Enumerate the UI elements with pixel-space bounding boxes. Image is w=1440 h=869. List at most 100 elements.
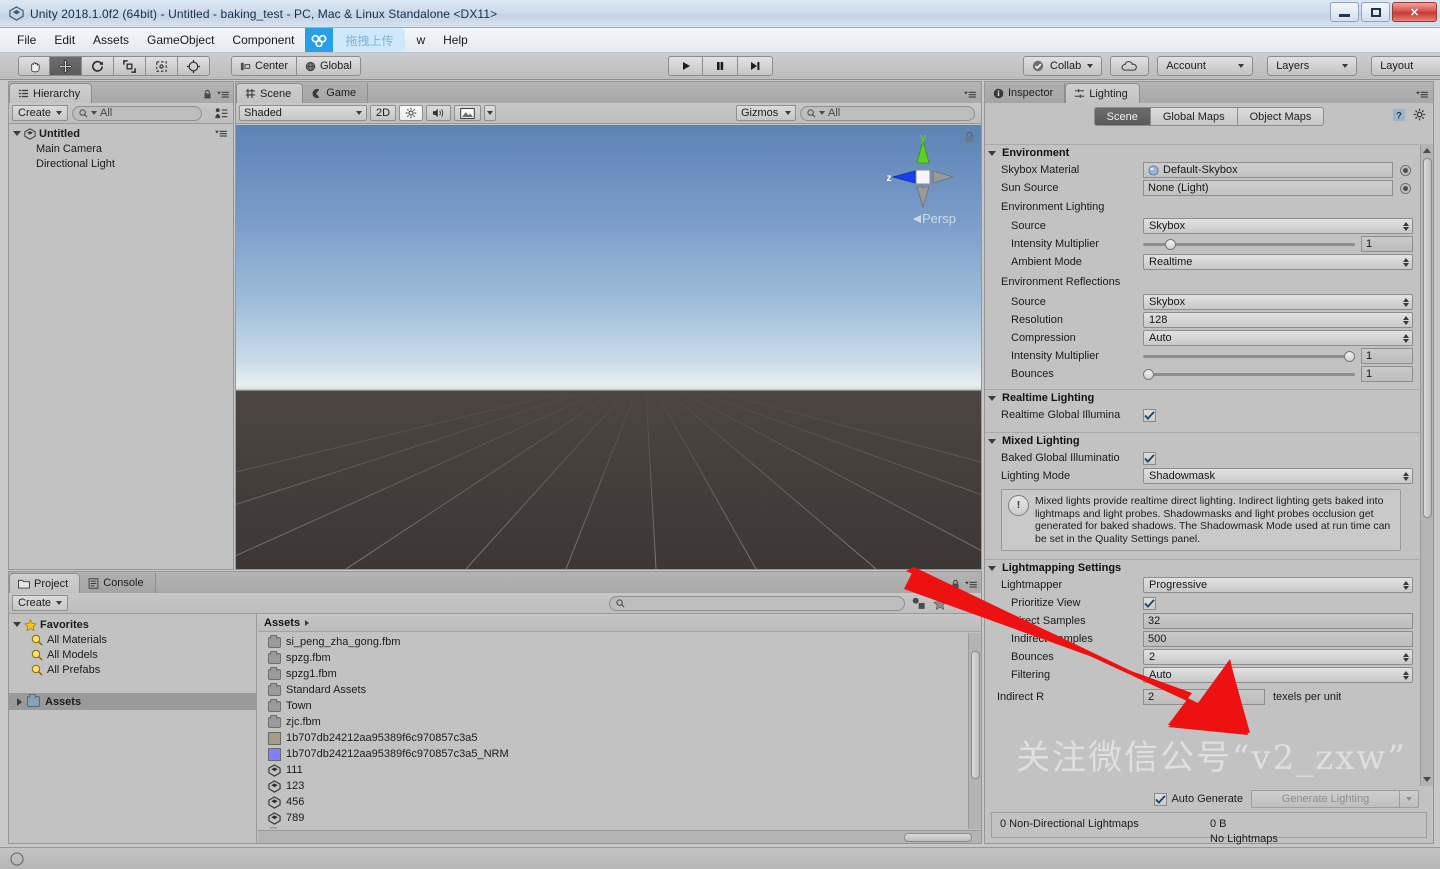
lightmapper-dropdown[interactable]: Progressive xyxy=(1143,577,1413,593)
chevron-down-icon[interactable] xyxy=(13,131,21,136)
scene-fx-toggle[interactable] xyxy=(454,105,482,121)
section-environment[interactable]: Environment xyxy=(985,144,1419,161)
auto-generate-checkbox[interactable] xyxy=(1154,792,1168,806)
subtab-object-maps[interactable]: Object Maps xyxy=(1237,107,1325,126)
project-favorite-all-prefabs[interactable]: All Prefabs xyxy=(9,662,256,677)
hierarchy-filter-icon[interactable] xyxy=(212,105,230,121)
project-assets-root[interactable]: Assets xyxy=(9,693,256,710)
chevron-down-icon[interactable] xyxy=(988,150,996,156)
menu-gameobject[interactable]: GameObject xyxy=(138,30,223,50)
direct-samples-field[interactable]: 32 xyxy=(1143,613,1413,629)
list-item[interactable]: 111 xyxy=(258,762,967,778)
refl-intensity-slider[interactable] xyxy=(1143,348,1355,364)
list-item[interactable]: 1b707db24212aa95389f6c970857c3a5_NRM xyxy=(258,746,967,762)
menu-component[interactable]: Component xyxy=(223,30,303,50)
list-item[interactable]: Standard Assets xyxy=(258,682,967,698)
refl-resolution-dropdown[interactable]: 128 xyxy=(1143,312,1413,328)
lm-bounces-dropdown[interactable]: 2 xyxy=(1143,649,1413,665)
list-item[interactable]: 789 xyxy=(258,810,967,826)
filtering-dropdown[interactable]: Auto xyxy=(1143,667,1413,683)
tab-project[interactable]: Project xyxy=(9,573,81,593)
list-item[interactable]: Town xyxy=(258,698,967,714)
tab-hierarchy[interactable]: Hierarchy xyxy=(9,83,93,103)
tab-lighting[interactable]: Lighting xyxy=(1065,83,1140,103)
minimize-button[interactable] xyxy=(1330,2,1359,22)
shading-mode-dropdown[interactable]: Shaded xyxy=(239,105,367,121)
gizmos-dropdown[interactable]: Gizmos xyxy=(736,105,796,121)
tab-game[interactable]: Game xyxy=(303,83,369,103)
project-favorite-all-models[interactable]: All Models xyxy=(9,647,256,662)
section-realtime-lighting[interactable]: Realtime Lighting xyxy=(985,389,1419,406)
hierarchy-scene-root[interactable]: Untitled xyxy=(9,126,233,141)
realtime-gi-checkbox[interactable] xyxy=(1143,408,1156,422)
upload-plugin-button[interactable]: 拖拽上传 xyxy=(305,28,406,52)
scene-lighting-toggle[interactable] xyxy=(399,105,424,121)
transform-tool-button[interactable] xyxy=(178,56,210,76)
cloud-button[interactable] xyxy=(1110,56,1150,76)
section-lightmapping-settings[interactable]: Lightmapping Settings xyxy=(985,559,1419,576)
refl-bounces-slider[interactable] xyxy=(1143,366,1355,382)
chevron-down-icon[interactable] xyxy=(988,395,996,401)
tab-inspector[interactable]: Inspector xyxy=(985,83,1066,103)
sun-source-field[interactable]: None (Light) xyxy=(1143,180,1393,196)
chevron-down-icon[interactable] xyxy=(988,565,996,571)
scene-lock-icon[interactable] xyxy=(964,131,975,144)
maximize-button[interactable] xyxy=(1361,2,1390,22)
help-book-icon[interactable]: ? xyxy=(1392,108,1406,122)
menu-assets[interactable]: Assets xyxy=(84,30,138,50)
scene-search-input[interactable]: All xyxy=(800,105,975,121)
prioritize-view-checkbox[interactable] xyxy=(1143,596,1156,610)
lighting-mode-dropdown[interactable]: Shadowmask xyxy=(1143,468,1413,484)
asset-list-hscrollbar[interactable] xyxy=(258,830,981,843)
lock-icon[interactable] xyxy=(951,579,960,590)
rotate-tool-button[interactable] xyxy=(82,56,114,76)
pivot-mode-button[interactable]: Center xyxy=(231,56,297,76)
project-filter-type-icon[interactable] xyxy=(909,595,927,611)
play-button[interactable] xyxy=(668,56,703,76)
list-item[interactable]: 123 xyxy=(258,778,967,794)
close-button[interactable]: ✕ xyxy=(1392,2,1437,22)
hierarchy-item-directional-light[interactable]: Directional Light xyxy=(9,156,233,171)
scene-viewport[interactable]: y z Persp xyxy=(236,125,981,569)
breadcrumb[interactable]: Assets xyxy=(258,614,981,632)
subtab-global-maps[interactable]: Global Maps xyxy=(1150,107,1238,126)
indirect-resolution-field[interactable]: 2 xyxy=(1143,689,1265,705)
generate-lighting-dropdown[interactable] xyxy=(1399,790,1419,808)
hierarchy-item-main-camera[interactable]: Main Camera xyxy=(9,141,233,156)
scale-tool-button[interactable] xyxy=(114,56,146,76)
menu-file[interactable]: File xyxy=(8,30,45,50)
skybox-material-picker[interactable] xyxy=(1400,164,1411,176)
env-intensity-slider[interactable] xyxy=(1143,236,1355,252)
chevron-right-icon[interactable] xyxy=(17,697,22,706)
refl-bounces-value-field[interactable]: 1 xyxy=(1361,366,1413,382)
gear-icon[interactable] xyxy=(1413,108,1427,122)
generate-lighting-button-group[interactable]: Generate Lighting xyxy=(1251,790,1419,808)
skybox-material-field[interactable]: Default-Skybox xyxy=(1143,162,1393,178)
collab-button[interactable]: Collab xyxy=(1023,56,1103,76)
pause-button[interactable] xyxy=(703,56,738,76)
project-favorites-header[interactable]: Favorites xyxy=(9,617,256,632)
scene-audio-toggle[interactable] xyxy=(426,105,452,121)
baked-gi-checkbox[interactable] xyxy=(1143,451,1156,465)
layers-button[interactable]: Layers xyxy=(1267,56,1358,76)
lighting-vscrollbar[interactable] xyxy=(1420,144,1433,786)
env-source-dropdown[interactable]: Skybox xyxy=(1143,218,1413,234)
subtab-scene[interactable]: Scene xyxy=(1093,107,1151,126)
account-button[interactable]: Account xyxy=(1157,56,1254,76)
list-item[interactable]: zjc.fbm xyxy=(258,714,967,730)
panel-menu-icon[interactable] xyxy=(1416,90,1428,99)
sun-source-picker[interactable] xyxy=(1400,182,1411,194)
menu-window[interactable]: w xyxy=(407,30,434,50)
list-item[interactable]: spzg.fbm xyxy=(258,650,967,666)
2d-toggle-button[interactable]: 2D xyxy=(370,105,397,121)
list-item[interactable]: 456 xyxy=(258,794,967,810)
scene-panel-menu-icon[interactable] xyxy=(964,90,976,99)
list-item[interactable]: si_peng_zha_gong.fbm xyxy=(258,634,967,650)
project-create-button[interactable]: Create xyxy=(12,595,69,611)
section-mixed-lighting[interactable]: Mixed Lighting xyxy=(985,432,1419,449)
ambient-mode-dropdown[interactable]: Realtime xyxy=(1143,254,1413,270)
step-button[interactable] xyxy=(738,56,773,76)
chevron-down-icon[interactable] xyxy=(988,438,996,444)
hierarchy-search-input[interactable]: All xyxy=(72,105,203,121)
indirect-samples-field[interactable]: 500 xyxy=(1143,631,1413,647)
